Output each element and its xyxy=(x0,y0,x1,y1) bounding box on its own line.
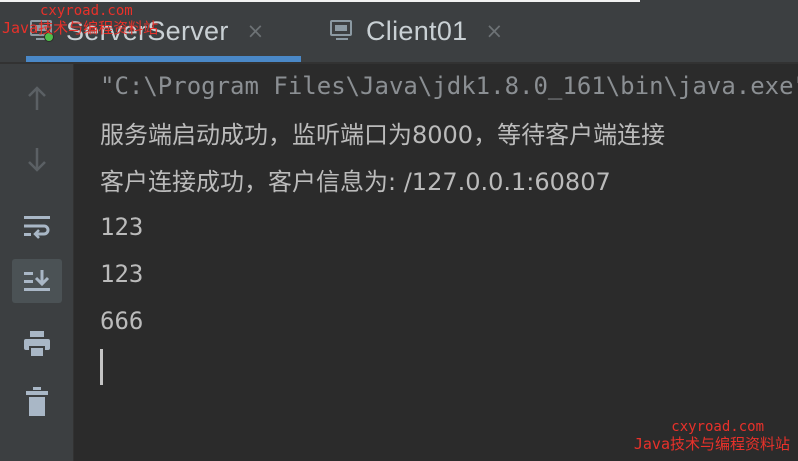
scroll-to-end-icon xyxy=(24,270,50,291)
watermark-bottom: cxyroad.com Java技术与编程资料站 xyxy=(634,420,790,452)
console-line: 客户连接成功，客户信息为: /127.0.0.1:60807 xyxy=(100,168,611,196)
soft-wrap-button[interactable] xyxy=(12,204,62,248)
console-line: 123 xyxy=(100,260,144,288)
console-line: 666 xyxy=(100,307,144,335)
arrow-down-button[interactable] xyxy=(12,137,62,181)
arrow-down-icon xyxy=(28,148,46,172)
clear-all-button[interactable] xyxy=(12,380,62,424)
console-line-command: "C:\Program Files\Java\jdk1.8.0_161\bin\… xyxy=(100,72,798,100)
arrow-up-icon xyxy=(28,86,46,110)
console-icon xyxy=(330,20,356,42)
console-line: 123 xyxy=(100,213,144,241)
text-caret xyxy=(100,349,103,385)
run-console-window: ServerServer × Client01 × "C:\Program Fi… xyxy=(0,0,798,461)
watermark-name: Java技术与编程资料站 xyxy=(2,19,159,37)
console-output[interactable]: "C:\Program Files\Java\jdk1.8.0_161\bin\… xyxy=(74,64,798,461)
watermark-site: cxyroad.com xyxy=(40,3,133,19)
watermark-site: cxyroad.com xyxy=(671,419,764,435)
close-icon[interactable]: × xyxy=(247,19,265,43)
print-icon xyxy=(24,331,50,358)
tabbar-top-border xyxy=(0,0,640,2)
print-button[interactable] xyxy=(12,322,62,366)
watermark-name: Java技术与编程资料站 xyxy=(633,435,790,453)
console-toolbar xyxy=(0,64,74,461)
tab-client01[interactable]: Client01 × xyxy=(330,8,530,54)
soft-wrap-icon xyxy=(24,216,50,239)
tab-client01-label: Client01 xyxy=(366,15,468,46)
arrow-up-button[interactable] xyxy=(12,77,62,121)
close-icon[interactable]: × xyxy=(485,19,503,43)
trash-icon xyxy=(26,387,48,416)
scroll-to-end-button[interactable] xyxy=(12,259,62,303)
console-line: 服务端启动成功，监听端口为8000，等待客户端连接 xyxy=(100,121,666,149)
